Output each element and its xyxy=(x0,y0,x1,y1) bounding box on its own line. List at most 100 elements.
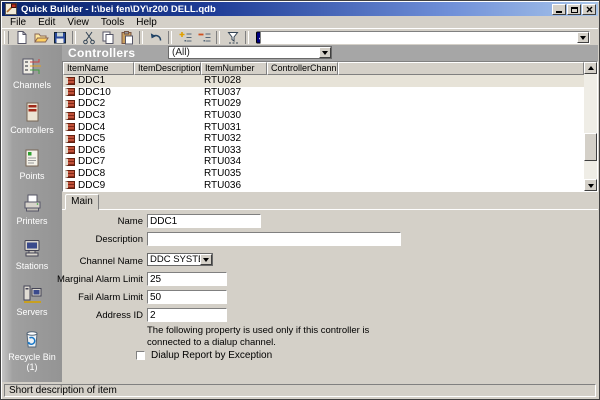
row-itemname: DDC3 xyxy=(78,110,105,121)
controller-icon xyxy=(65,77,75,85)
column-header-itemname[interactable]: ItemName xyxy=(63,62,134,75)
dialup-report-checkbox-label: Dialup Report by Exception xyxy=(151,350,272,361)
channels-icon xyxy=(20,56,44,78)
sidebar-label: Recycle Bin (1) xyxy=(4,352,60,373)
row-itemname: DDC1 xyxy=(78,75,105,86)
channel-name-select[interactable]: DDC SYSTEM xyxy=(147,253,213,266)
maximize-button[interactable] xyxy=(567,4,581,15)
cut-icon xyxy=(81,30,97,45)
toolbar-combobox[interactable] xyxy=(260,31,590,44)
sidebar-item-stations[interactable]: Stations xyxy=(2,237,62,271)
sidebar-item-servers[interactable]: Servers xyxy=(2,283,62,317)
sidebar-item-controllers[interactable]: Controllers xyxy=(2,101,62,135)
minimize-button[interactable] xyxy=(552,4,566,15)
sidebar-item-channels[interactable]: Channels xyxy=(2,56,62,90)
sidebar-item-points[interactable]: Points xyxy=(2,147,62,181)
app-icon xyxy=(5,3,17,15)
fail-alarm-limit-field-row: Fail Alarm Limit xyxy=(147,290,227,304)
filter-combobox[interactable]: (All) xyxy=(168,46,332,59)
close-button[interactable] xyxy=(582,4,596,15)
name-input[interactable] xyxy=(147,214,261,228)
address-id-field-row: Address ID xyxy=(147,308,227,322)
copy-icon xyxy=(100,30,116,45)
main-content: Controllers (All) ItemName ItemDescripti… xyxy=(62,45,598,382)
table-row[interactable]: DDC2 RTU029 xyxy=(63,98,584,110)
marginal-alarm-limit-input[interactable] xyxy=(147,272,227,286)
controllers-icon xyxy=(20,101,44,123)
row-itemname: DDC7 xyxy=(78,156,105,167)
row-itemname: DDC4 xyxy=(78,122,105,133)
name-label: Name xyxy=(118,216,143,227)
title-bar[interactable]: Quick Builder - I:\bei fen\DY\r200 DELL.… xyxy=(2,2,598,16)
save-icon xyxy=(52,30,68,45)
channel-name-label: Channel Name xyxy=(80,256,143,267)
address-id-label: Address ID xyxy=(96,310,143,321)
menu-tools[interactable]: Tools xyxy=(95,17,130,28)
column-header-itemdescription[interactable]: ItemDescription xyxy=(134,62,201,75)
copy-button[interactable] xyxy=(98,30,117,45)
sidebar-label: Controllers xyxy=(4,125,60,135)
tab-main[interactable]: Main xyxy=(65,194,99,210)
controller-icon xyxy=(65,112,75,120)
paste-button[interactable] xyxy=(117,30,136,45)
form-body: Name Description Channel Name DDC SYSTEM… xyxy=(62,209,598,382)
menu-file[interactable]: File xyxy=(4,17,32,28)
undo-button[interactable] xyxy=(146,30,165,45)
open-button[interactable] xyxy=(31,30,50,45)
column-header-controllerchannel[interactable]: ControllerChann... xyxy=(267,62,338,75)
description-input[interactable] xyxy=(147,232,401,246)
new-button[interactable] xyxy=(12,30,31,45)
toolbar-separator xyxy=(72,31,76,44)
filter-button[interactable] xyxy=(223,30,242,45)
table-scrollbar[interactable] xyxy=(584,62,597,191)
stations-icon xyxy=(20,237,44,259)
property-form-panel: Main Name Description Channel Name DDC S… xyxy=(62,192,598,382)
controller-icon xyxy=(65,88,75,96)
dialup-report-checkbox[interactable] xyxy=(136,351,145,360)
sidebar-label: Servers xyxy=(4,307,60,317)
table-row[interactable]: DDC4 RTU031 xyxy=(63,121,584,133)
toolbar-combobox-dropdown-button[interactable] xyxy=(577,32,589,43)
menu-edit[interactable]: Edit xyxy=(32,17,61,28)
table-row[interactable]: DDC10 RTU037 xyxy=(63,87,584,99)
content-header: Controllers (All) xyxy=(62,45,598,61)
remove-item-button[interactable] xyxy=(194,30,213,45)
table-row[interactable]: DDC3 RTU030 xyxy=(63,110,584,122)
table-row[interactable]: DDC8 RTU035 xyxy=(63,168,584,180)
remove-item-icon xyxy=(196,30,212,45)
recycle-bin-icon xyxy=(20,328,44,350)
description-label: Description xyxy=(95,234,143,245)
row-itemname: DDC9 xyxy=(78,180,105,191)
channel-name-dropdown-button[interactable] xyxy=(200,254,212,265)
scroll-down-button[interactable] xyxy=(584,179,597,191)
paste-icon xyxy=(119,30,135,45)
fail-alarm-limit-input[interactable] xyxy=(147,290,227,304)
menu-view[interactable]: View xyxy=(61,17,95,28)
cut-button[interactable] xyxy=(79,30,98,45)
dialup-note-line2: connected to a dialup channel. xyxy=(147,337,369,349)
sidebar-item-printers[interactable]: Printers xyxy=(2,192,62,226)
name-field-row: Name xyxy=(147,214,261,228)
row-itemnumber: RTU036 xyxy=(201,180,267,191)
quick-builder-window: Quick Builder - I:\bei fen\DY\r200 DELL.… xyxy=(0,0,600,400)
table-row[interactable]: DDC6 RTU033 xyxy=(63,145,584,157)
table-row[interactable]: DDC9 RTU036 xyxy=(63,179,584,191)
table-header: ItemName ItemDescription ItemNumber Cont… xyxy=(63,62,584,75)
save-button[interactable] xyxy=(50,30,69,45)
scrollbar-thumb[interactable] xyxy=(584,133,597,161)
table-row[interactable]: DDC1 RTU028 xyxy=(63,75,584,87)
toolbar-separator xyxy=(216,31,220,44)
sidebar-item-recycle-bin[interactable]: Recycle Bin (1) xyxy=(2,328,62,373)
scroll-up-button[interactable] xyxy=(584,62,597,74)
column-header-itemnumber[interactable]: ItemNumber xyxy=(201,62,267,75)
table-row[interactable]: DDC7 RTU034 xyxy=(63,156,584,168)
menu-bar: File Edit View Tools Help xyxy=(2,16,598,28)
toolbar-grip[interactable] xyxy=(4,31,9,44)
address-id-input[interactable] xyxy=(147,308,227,322)
filter-dropdown-button[interactable] xyxy=(319,47,331,58)
add-item-button[interactable] xyxy=(175,30,194,45)
table-row[interactable]: DDC5 RTU032 xyxy=(63,133,584,145)
controller-icon xyxy=(65,135,75,143)
sidebar-label: Channels xyxy=(4,80,60,90)
menu-help[interactable]: Help xyxy=(130,17,163,28)
